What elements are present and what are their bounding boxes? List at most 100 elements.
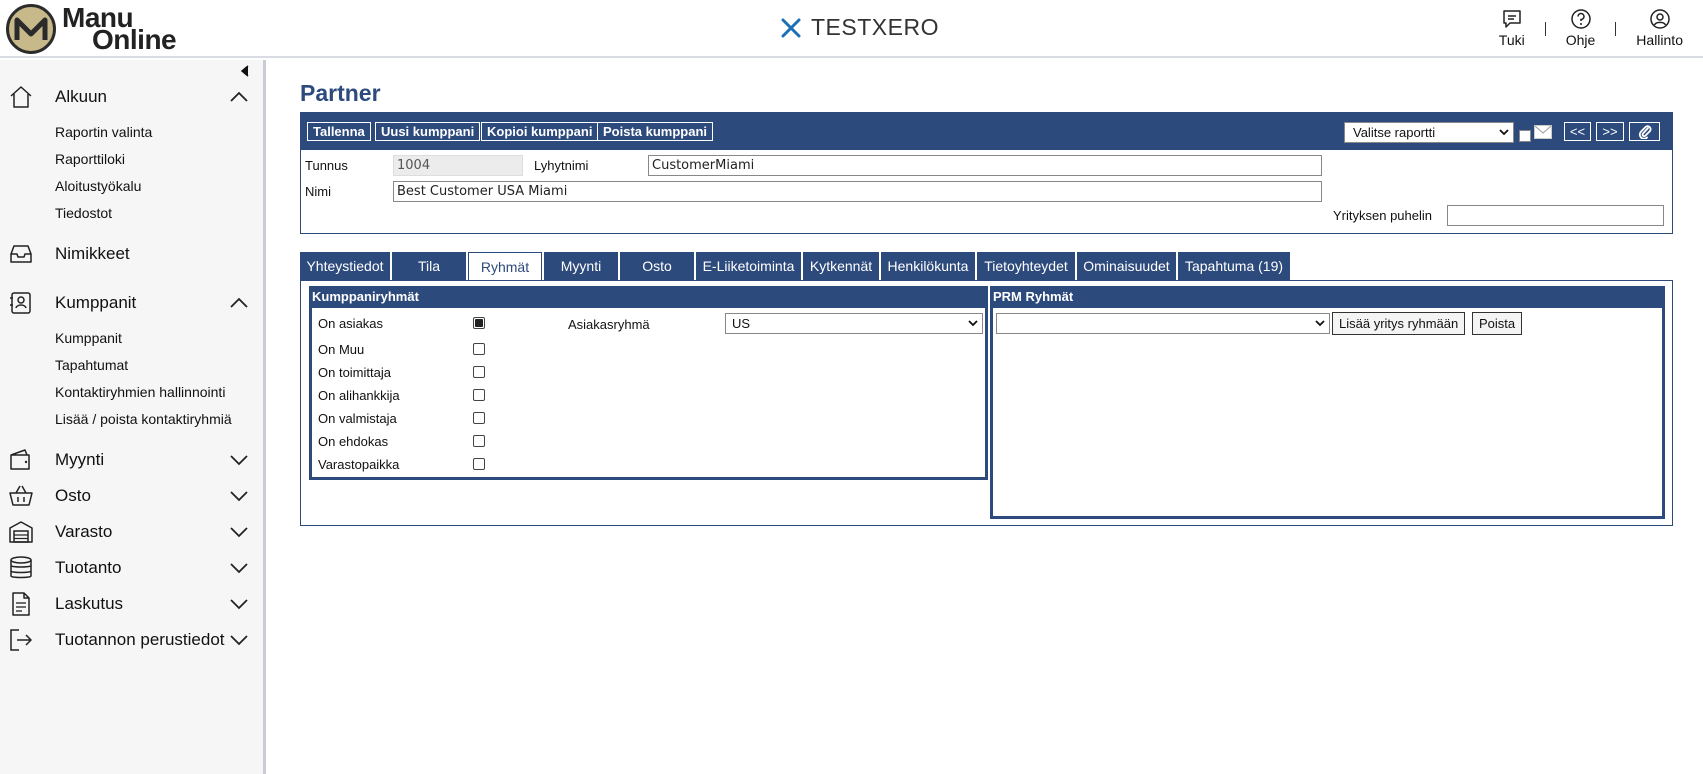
wallet-icon bbox=[8, 447, 34, 473]
prm-group-select[interactable] bbox=[996, 313, 1330, 334]
tab-tila[interactable]: Tila bbox=[392, 252, 466, 280]
tab-osto[interactable]: Osto bbox=[620, 252, 694, 280]
attachment-button[interactable] bbox=[1629, 122, 1660, 141]
nimi-label: Nimi bbox=[305, 184, 331, 199]
nav-ohje-button[interactable]: Ohje bbox=[1560, 8, 1602, 48]
tab-ominaisuudet[interactable]: Ominaisuudet bbox=[1077, 252, 1176, 280]
sidebar-subitem-aloitustyokalu[interactable]: Aloitustyökalu bbox=[0, 173, 263, 200]
new-partner-button[interactable]: Uusi kumppani bbox=[375, 122, 481, 141]
tab-ryhmat[interactable]: Ryhmät bbox=[468, 252, 542, 281]
partner-header-form: Tunnus 1004 Lyhytnimi CustomerMiami Nimi… bbox=[300, 150, 1673, 234]
report-email-checkbox[interactable] bbox=[1519, 130, 1531, 142]
kumppaniryhmat-box: Kumppaniryhmät On asiakas On Muu On toim… bbox=[309, 286, 988, 480]
inbox-icon bbox=[8, 241, 34, 267]
save-button[interactable]: Tallenna bbox=[307, 122, 371, 141]
sidebar-item-alkuun[interactable]: Alkuun bbox=[0, 79, 263, 115]
yrityksen-puhelin-label: Yrityksen puhelin bbox=[1333, 208, 1432, 223]
sidebar-item-label: Varasto bbox=[55, 522, 113, 541]
contact-card-icon bbox=[8, 290, 34, 316]
next-button[interactable]: >> bbox=[1596, 122, 1624, 141]
prm-ryhmat-box: PRM Ryhmät Lisää yritys ryhmään Poista bbox=[990, 286, 1665, 519]
nav-ohje-label: Ohje bbox=[1565, 32, 1596, 48]
sidebar-section-varasto: Varasto bbox=[0, 514, 263, 550]
on-alihankkija-checkbox[interactable] bbox=[473, 389, 485, 401]
on-valmistaja-checkbox[interactable] bbox=[473, 412, 485, 424]
sidebar-item-osto[interactable]: Osto bbox=[0, 478, 263, 514]
yrityksen-puhelin-field[interactable] bbox=[1447, 205, 1664, 226]
remove-group-button[interactable]: Poista bbox=[1472, 312, 1523, 335]
asiakasryhma-label: Asiakasryhmä bbox=[568, 317, 650, 332]
sidebar-subitem-kontaktiryhmien-hallinnointi[interactable]: Kontaktiryhmien hallinnointi bbox=[0, 379, 263, 406]
sidebar-subitem-tiedostot[interactable]: Tiedostot bbox=[0, 200, 263, 227]
sidebar-item-nimikkeet[interactable]: Nimikkeet bbox=[0, 236, 263, 272]
sidebar-subitem-kumppanit[interactable]: Kumppanit bbox=[0, 325, 263, 352]
lyhytnimi-field[interactable]: CustomerMiami bbox=[648, 155, 1322, 176]
sidebar-section-tuotannon-perustiedot: Tuotannon perustiedot bbox=[0, 622, 263, 658]
sidebar-item-tuotanto[interactable]: Tuotanto bbox=[0, 550, 263, 586]
user-icon bbox=[1649, 9, 1670, 29]
chevron-down-icon bbox=[230, 455, 248, 466]
nav-tuki-button[interactable]: Tuki bbox=[1493, 8, 1531, 48]
chevron-up-icon bbox=[230, 91, 248, 102]
sidebar-section-kumppanit: Kumppanit Kumppanit Tapahtumat Kontaktir… bbox=[0, 285, 263, 433]
help-icon bbox=[1570, 9, 1591, 29]
report-select[interactable]: Valitse raportti bbox=[1344, 122, 1514, 143]
nav-separator bbox=[1615, 22, 1617, 36]
sidebar-section-osto: Osto bbox=[0, 478, 263, 514]
sidebar-item-label: Tuotannon perustiedot bbox=[55, 630, 225, 649]
sidebar-item-varasto[interactable]: Varasto bbox=[0, 514, 263, 550]
sidebar-subitem-raportin-valinta[interactable]: Raportin valinta bbox=[0, 119, 263, 146]
tab-henkilokunta[interactable]: Henkilökunta bbox=[881, 252, 975, 280]
on-ehdokas-checkbox[interactable] bbox=[473, 435, 485, 447]
ryhmat-tab-panel: Kumppaniryhmät On asiakas On Muu On toim… bbox=[300, 280, 1673, 526]
asiakasryhma-value: US bbox=[732, 316, 751, 331]
on-ehdokas-label: On ehdokas bbox=[318, 434, 389, 449]
mail-icon[interactable] bbox=[1534, 125, 1552, 139]
sidebar-subitem-raporttiloki[interactable]: Raporttiloki bbox=[0, 146, 263, 173]
warehouse-icon bbox=[8, 519, 34, 545]
previous-button[interactable]: << bbox=[1564, 122, 1591, 141]
tab-e-liiketoiminta[interactable]: E-Liiketoiminta bbox=[696, 252, 801, 280]
lyhytnimi-label: Lyhytnimi bbox=[534, 158, 589, 173]
chevron-down-icon bbox=[230, 491, 248, 502]
sidebar-item-kumppanit[interactable]: Kumppanit bbox=[0, 285, 263, 321]
tab-bar: Yhteystiedot Tila Ryhmät Myynti Osto E-L… bbox=[300, 252, 1292, 281]
sidebar-item-myynti[interactable]: Myynti bbox=[0, 442, 263, 478]
delete-partner-button[interactable]: Poista kumppani bbox=[597, 122, 714, 141]
sidebar-item-label: Alkuun bbox=[55, 87, 107, 106]
sidebar-item-label: Osto bbox=[55, 486, 91, 505]
tunnus-label: Tunnus bbox=[305, 158, 348, 173]
copy-partner-button[interactable]: Kopioi kumppani bbox=[481, 122, 599, 141]
home-icon bbox=[8, 84, 34, 110]
database-icon bbox=[8, 555, 34, 581]
sidebar-item-laskutus[interactable]: Laskutus bbox=[0, 586, 263, 622]
sidebar-item-tuotannon-perustiedot[interactable]: Tuotannon perustiedot bbox=[0, 622, 263, 658]
paperclip-icon bbox=[1638, 125, 1651, 140]
sidebar-item-label: Tuotanto bbox=[55, 558, 122, 577]
prm-ryhmat-title: PRM Ryhmät bbox=[990, 286, 1665, 308]
nav-hallinto-button[interactable]: Hallinto bbox=[1630, 8, 1689, 48]
on-valmistaja-label: On valmistaja bbox=[318, 411, 397, 426]
tunnus-field: 1004 bbox=[393, 155, 523, 176]
tab-kytkennat[interactable]: Kytkennät bbox=[803, 252, 879, 280]
on-asiakas-checkbox[interactable] bbox=[473, 317, 485, 329]
asiakasryhma-select[interactable]: US bbox=[725, 313, 983, 334]
tab-tietoyhteydet[interactable]: Tietoyhteydet bbox=[977, 252, 1075, 280]
on-asiakas-label: On asiakas bbox=[318, 316, 384, 331]
basket-icon bbox=[8, 483, 34, 509]
tab-myynti[interactable]: Myynti bbox=[544, 252, 618, 280]
tab-tapahtuma[interactable]: Tapahtuma (19) bbox=[1178, 252, 1290, 280]
sidebar-subitem-tapahtumat[interactable]: Tapahtumat bbox=[0, 352, 263, 379]
chevron-down-icon bbox=[230, 599, 248, 610]
on-toimittaja-checkbox[interactable] bbox=[473, 366, 485, 378]
varastopaikka-label: Varastopaikka bbox=[318, 457, 400, 472]
sidebar-item-label: Laskutus bbox=[55, 594, 124, 613]
nimi-field[interactable]: Best Customer USA Miami bbox=[393, 181, 1322, 202]
top-nav: Tuki Ohje Hallinto bbox=[1493, 8, 1689, 48]
sidebar-subitem-lisaa-poista-kontaktiryhmia[interactable]: Lisää / poista kontaktiryhmiä bbox=[0, 406, 263, 433]
manu-online-logo[interactable]: Manu Online bbox=[6, 4, 177, 54]
tab-yhteystiedot[interactable]: Yhteystiedot bbox=[300, 252, 390, 280]
on-muu-checkbox[interactable] bbox=[473, 343, 485, 355]
add-company-to-group-button[interactable]: Lisää yritys ryhmään bbox=[1332, 312, 1466, 335]
varastopaikka-checkbox[interactable] bbox=[473, 458, 485, 470]
